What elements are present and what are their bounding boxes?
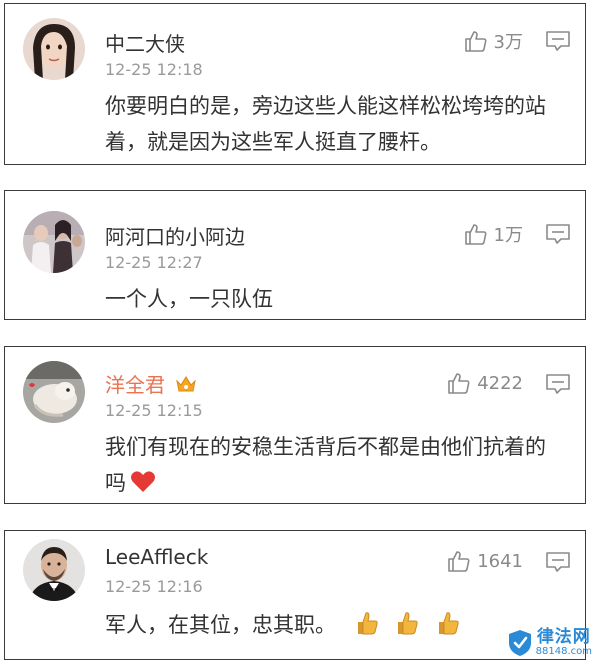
watermark-title: 律法网 xyxy=(536,627,591,647)
timestamp: 12-25 12:18 xyxy=(105,60,203,79)
comment-text-body: 我们有现在的安稳生活背后不都是由他们抗着的吗 xyxy=(105,435,546,495)
thumbs-up-emoji-icon xyxy=(439,612,459,635)
thumbs-up-emoji-icon xyxy=(398,612,419,635)
avatar[interactable] xyxy=(23,211,85,273)
timestamp: 12-25 12:16 xyxy=(105,577,203,596)
thumbs-up-outline-icon xyxy=(464,224,487,245)
comment-bubble-icon xyxy=(546,224,570,244)
avatar-photo-icon xyxy=(23,361,85,423)
like-count: 1万 xyxy=(493,225,523,246)
watermark-subtitle: 88148.com xyxy=(535,646,592,657)
crown-badge-icon xyxy=(176,376,197,392)
username[interactable]: 阿河口的小阿边 xyxy=(105,221,245,250)
like-button[interactable]: 3万 xyxy=(464,28,523,54)
like-button[interactable]: 1641 xyxy=(447,549,523,573)
thumbs-up-emoji-icon xyxy=(357,612,378,635)
avatar-photo-icon xyxy=(23,211,85,273)
thumbs-up-outline-icon xyxy=(464,31,487,52)
like-button[interactable]: 4222 xyxy=(447,371,523,395)
comment-text: 军人，在其位，忠其职。 xyxy=(105,607,555,643)
comment-card: 阿河口的小阿边 12-25 12:27 一个人，一只队伍 1万 xyxy=(4,190,586,320)
comment-text: 你要明白的是，旁边这些人能这样松松垮垮的站着，就是因为这些军人挺直了腰杆。 xyxy=(105,94,546,154)
thumbs-up-outline-icon xyxy=(448,551,470,572)
comment-text-body: 军人，在其位，忠其职。 xyxy=(105,613,336,637)
avatar[interactable] xyxy=(23,18,85,80)
comment-card: LeeAffleck 12-25 12:16 军人，在其位，忠其职。 1641 xyxy=(4,530,586,660)
shield-logo-icon xyxy=(508,629,531,656)
like-count: 1641 xyxy=(477,550,523,572)
comment-bubble-icon xyxy=(546,31,570,51)
site-watermark: 律法网 88148.com xyxy=(507,628,592,657)
username[interactable]: 洋全君 xyxy=(105,369,197,398)
comment-card: 中二大侠 12-25 12:18 你要明白的是，旁边这些人能这样松松垮垮的站着，… xyxy=(4,3,586,165)
timestamp: 12-25 12:15 xyxy=(105,401,203,420)
comment-card: 洋全君 12-25 12:15 我们有现在的安稳生活背后不都是由他们抗着的吗 4… xyxy=(4,346,586,504)
comment-text: 我们有现在的安稳生活背后不都是由他们抗着的吗 xyxy=(105,429,555,501)
reply-button[interactable] xyxy=(545,551,571,577)
comment-bubble-icon xyxy=(546,552,570,572)
avatar[interactable] xyxy=(23,361,85,423)
watermark-text: 律法网 88148.com xyxy=(536,628,592,657)
red-heart-icon xyxy=(131,471,155,492)
username-text: 洋全君 xyxy=(105,373,165,397)
thumbs-up-outline-icon xyxy=(448,373,470,394)
reply-button[interactable] xyxy=(545,30,571,56)
reply-button[interactable] xyxy=(545,373,571,399)
comment-text: 一个人，一只队伍 xyxy=(105,287,273,311)
avatar[interactable] xyxy=(23,539,85,601)
thumbs-up-emoji-group xyxy=(351,612,460,637)
username[interactable]: LeeAffleck xyxy=(105,545,208,569)
like-button[interactable]: 1万 xyxy=(464,221,523,247)
like-count: 4222 xyxy=(477,372,523,394)
avatar-photo-icon xyxy=(23,539,85,601)
like-count: 3万 xyxy=(493,32,523,53)
timestamp: 12-25 12:27 xyxy=(105,253,203,272)
avatar-photo-icon xyxy=(23,18,85,80)
username[interactable]: 中二大侠 xyxy=(105,28,185,57)
reply-button[interactable] xyxy=(545,223,571,249)
comment-bubble-icon xyxy=(546,374,570,394)
